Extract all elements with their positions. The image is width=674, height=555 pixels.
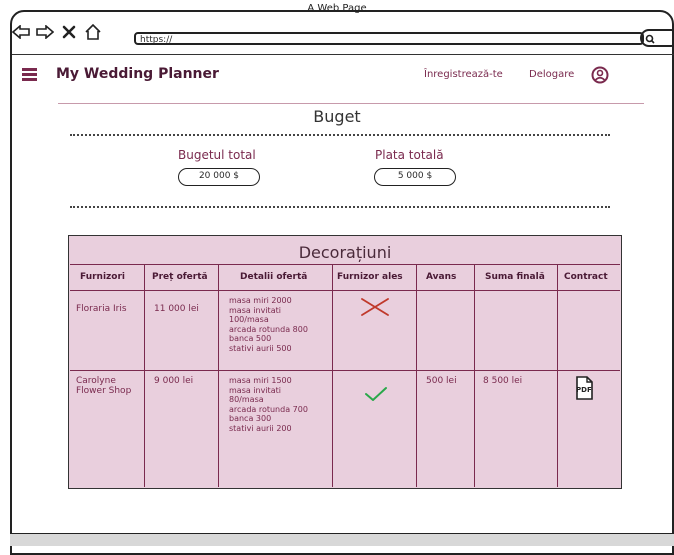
column-header: Preț ofertă	[152, 272, 208, 282]
column-header: Furnizori	[80, 272, 125, 282]
offer-details: masa miri 2000 masa invitati 100/masa ar…	[229, 296, 308, 353]
column-header: Suma finală	[485, 272, 545, 282]
search-icon	[645, 29, 655, 48]
budget-divider-bottom	[70, 206, 610, 208]
column-header: Furnizor ales	[337, 272, 403, 282]
supplier-name: Floraria Iris	[76, 304, 127, 314]
offer-price: 9 000 lei	[154, 376, 194, 386]
col-divider	[144, 264, 145, 487]
header-row-divider	[70, 290, 620, 291]
toolbar-divider	[12, 54, 674, 55]
final-amount: 8 500 lei	[483, 376, 523, 386]
menu-icon[interactable]	[22, 68, 37, 83]
col-divider	[474, 264, 475, 487]
total-paid-value[interactable]: 5 000 $	[374, 168, 456, 186]
address-bar[interactable]: https://	[134, 32, 644, 45]
budget-title: Buget	[313, 107, 361, 126]
row-divider	[70, 370, 620, 371]
total-budget-label: Bugetul total	[178, 148, 256, 162]
site-header: My Wedding Planner Înregistrează-te Delo…	[22, 64, 662, 88]
col-divider	[332, 264, 333, 487]
offer-price: 11 000 lei	[154, 304, 199, 314]
back-icon[interactable]	[12, 24, 30, 40]
bottom-bar	[10, 533, 674, 546]
logout-link[interactable]: Delogare	[529, 69, 574, 80]
table-border	[70, 264, 620, 265]
col-divider	[557, 264, 558, 487]
budget-divider-top	[70, 134, 610, 136]
browser-search[interactable]	[640, 29, 674, 47]
brand-title[interactable]: My Wedding Planner	[56, 66, 219, 82]
total-budget-value[interactable]: 20 000 $	[178, 168, 260, 186]
user-icon[interactable]	[591, 66, 609, 84]
advance-amount: 500 lei	[426, 376, 457, 386]
offer-details: masa miri 1500 masa invitati 80/masa arc…	[229, 376, 308, 433]
col-divider	[416, 264, 417, 487]
home-icon[interactable]	[84, 24, 102, 40]
decorations-title: Decorațiuni	[298, 243, 392, 262]
close-icon[interactable]	[60, 24, 78, 40]
total-paid-label: Plata totală	[375, 148, 444, 162]
browser-nav	[12, 24, 102, 40]
check-icon[interactable]	[364, 386, 388, 406]
pdf-icon[interactable]: PDF	[574, 376, 594, 400]
header-divider	[58, 103, 644, 104]
forward-icon[interactable]	[36, 24, 54, 40]
register-link[interactable]: Înregistrează-te	[424, 69, 503, 80]
col-divider	[218, 264, 219, 487]
column-header: Contract	[564, 272, 608, 282]
column-header: Detalii ofertă	[240, 272, 308, 282]
column-header: Avans	[426, 272, 457, 282]
supplier-name: Carolyne Flower Shop	[76, 376, 132, 396]
window-title: A Web Page	[307, 3, 367, 14]
cross-icon[interactable]	[360, 297, 390, 321]
